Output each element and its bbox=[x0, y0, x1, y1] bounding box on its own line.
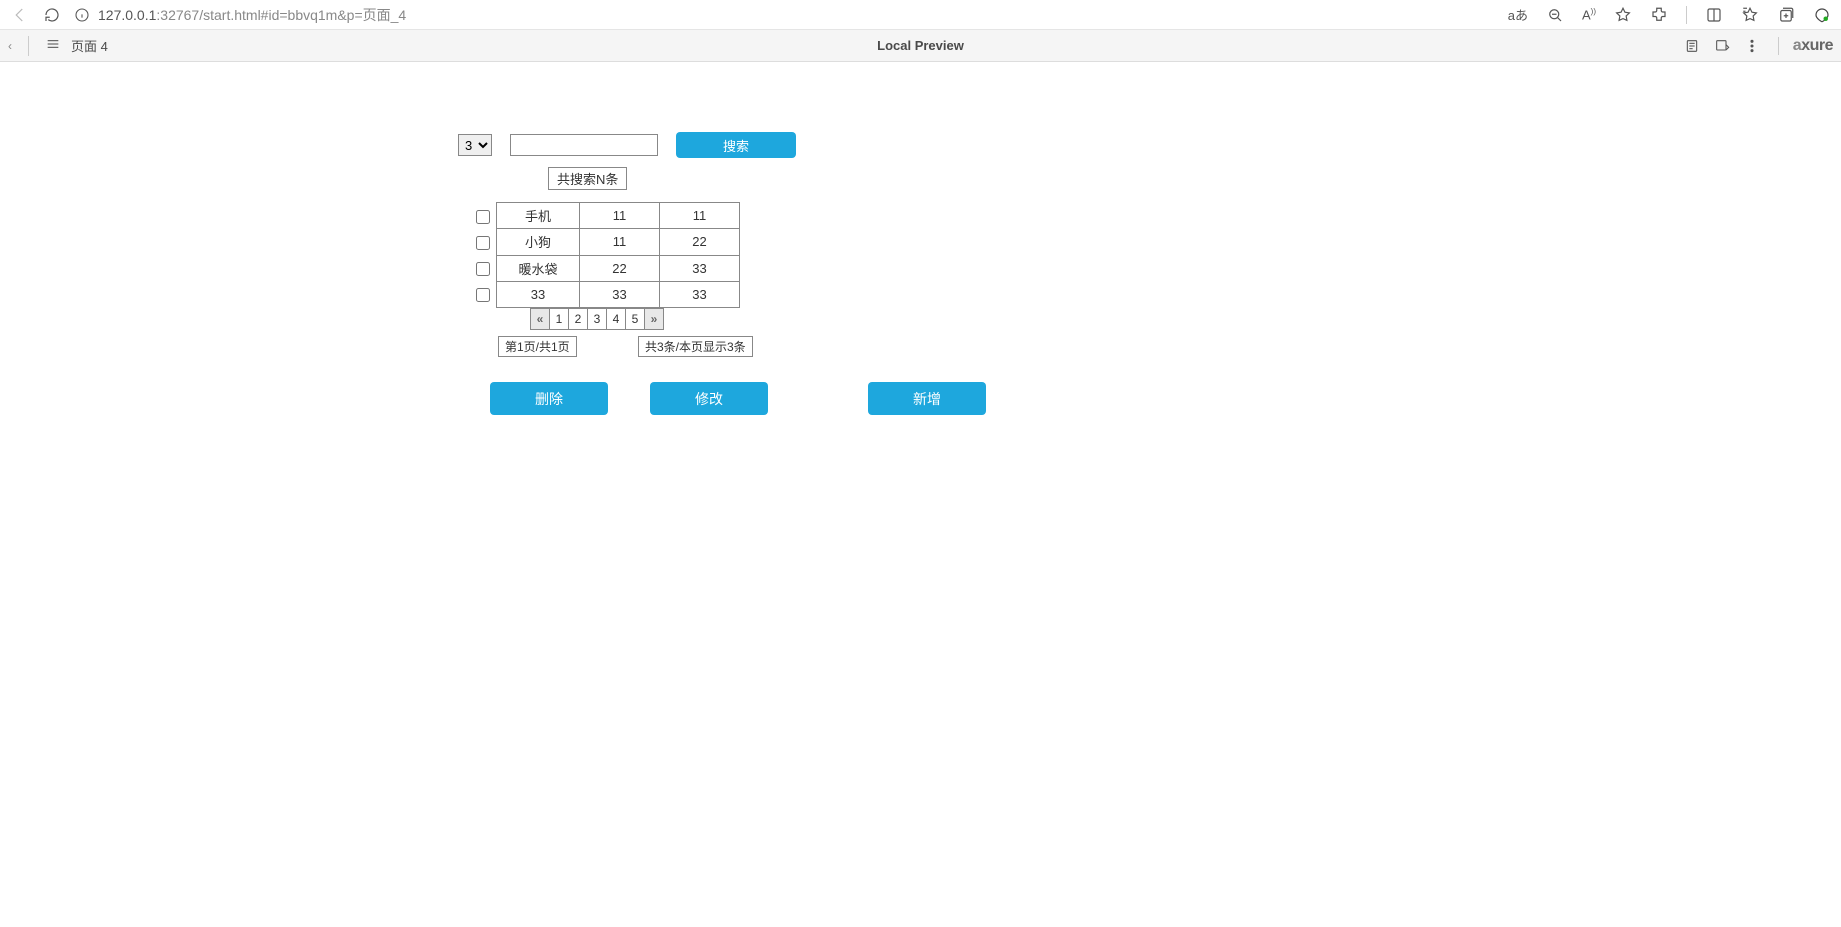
row-checkbox[interactable] bbox=[476, 288, 490, 302]
zoom-icon[interactable] bbox=[1546, 6, 1564, 24]
search-count-box: 共搜索N条 bbox=[548, 167, 627, 190]
page-info-right: 共3条/本页显示3条 bbox=[638, 336, 753, 357]
cell: 手机 bbox=[497, 203, 580, 229]
search-button[interactable]: 搜索 bbox=[676, 132, 796, 158]
search-row: 3 搜索 bbox=[458, 132, 1841, 158]
browser-right-icons: aあ A)) bbox=[1508, 5, 1831, 24]
delete-button[interactable]: 删除 bbox=[490, 382, 608, 415]
page-number-button[interactable]: 4 bbox=[606, 308, 626, 330]
data-table: 手机 11 11 小狗 11 22 暖水袋 22 33 33 33 33 bbox=[496, 202, 740, 308]
data-table-wrap: 手机 11 11 小狗 11 22 暖水袋 22 33 33 33 33 bbox=[476, 202, 740, 308]
pagination: « 1 2 3 4 5 » bbox=[530, 308, 663, 330]
preview-title: Local Preview bbox=[877, 38, 964, 53]
cell: 33 bbox=[580, 281, 660, 307]
collapse-icon[interactable]: ‹ bbox=[8, 39, 12, 53]
collections-icon[interactable] bbox=[1777, 6, 1795, 24]
page-size-select[interactable]: 3 bbox=[458, 134, 492, 156]
page-number-button[interactable]: 2 bbox=[568, 308, 588, 330]
page-number-button[interactable]: 3 bbox=[587, 308, 607, 330]
read-aloud-icon[interactable]: A)) bbox=[1582, 7, 1596, 22]
refresh-icon[interactable] bbox=[42, 5, 62, 25]
table-row: 33 33 33 bbox=[497, 281, 740, 307]
search-input[interactable] bbox=[510, 134, 658, 156]
cell: 暖水袋 bbox=[497, 255, 580, 281]
page-name: 页面 4 bbox=[71, 36, 108, 55]
hotspot-icon[interactable] bbox=[1714, 38, 1730, 54]
performance-icon[interactable] bbox=[1813, 6, 1831, 24]
table-row: 小狗 11 22 bbox=[497, 229, 740, 255]
action-row: 删除 修改 新增 bbox=[490, 382, 986, 415]
table-row: 暖水袋 22 33 bbox=[497, 255, 740, 281]
cell: 33 bbox=[660, 281, 740, 307]
page-info-left: 第1页/共1页 bbox=[498, 336, 577, 357]
info-icon bbox=[74, 7, 90, 23]
edit-button[interactable]: 修改 bbox=[650, 382, 768, 415]
cell: 33 bbox=[497, 281, 580, 307]
page-next-button[interactable]: » bbox=[644, 308, 664, 330]
cell: 22 bbox=[580, 255, 660, 281]
page-number-button[interactable]: 1 bbox=[549, 308, 569, 330]
browser-toolbar: 127.0.0.1:32767/start.html#id=bbvq1m&p=页… bbox=[0, 0, 1841, 30]
add-button[interactable]: 新增 bbox=[868, 382, 986, 415]
row-checkbox[interactable] bbox=[476, 262, 490, 276]
notes-icon[interactable] bbox=[1684, 38, 1700, 54]
favorites-bar-icon[interactable] bbox=[1741, 6, 1759, 24]
cell: 11 bbox=[660, 203, 740, 229]
page-number-button[interactable]: 5 bbox=[625, 308, 645, 330]
table-row: 手机 11 11 bbox=[497, 203, 740, 229]
axure-toolbar: ‹ 页面 4 Local Preview axure bbox=[0, 30, 1841, 62]
back-icon[interactable] bbox=[10, 5, 30, 25]
translate-icon[interactable]: aあ bbox=[1508, 5, 1528, 24]
cell: 22 bbox=[660, 229, 740, 255]
row-checkbox[interactable] bbox=[476, 236, 490, 250]
sidebar-icon[interactable] bbox=[1705, 6, 1723, 24]
menu-icon[interactable] bbox=[45, 36, 61, 55]
row-checkbox[interactable] bbox=[476, 210, 490, 224]
more-icon[interactable] bbox=[1744, 38, 1760, 54]
cell: 小狗 bbox=[497, 229, 580, 255]
favorite-icon[interactable] bbox=[1614, 6, 1632, 24]
url-text: 127.0.0.1:32767/start.html#id=bbvq1m&p=页… bbox=[98, 5, 406, 25]
cell: 11 bbox=[580, 229, 660, 255]
page-content: 3 搜索 共搜索N条 手机 11 11 小狗 11 bbox=[0, 62, 1841, 158]
cell: 11 bbox=[580, 203, 660, 229]
extensions-icon[interactable] bbox=[1650, 6, 1668, 24]
page-prev-button[interactable]: « bbox=[530, 308, 550, 330]
cell: 33 bbox=[660, 255, 740, 281]
axure-logo: axure bbox=[1778, 37, 1833, 55]
address-bar[interactable]: 127.0.0.1:32767/start.html#id=bbvq1m&p=页… bbox=[74, 5, 1496, 25]
